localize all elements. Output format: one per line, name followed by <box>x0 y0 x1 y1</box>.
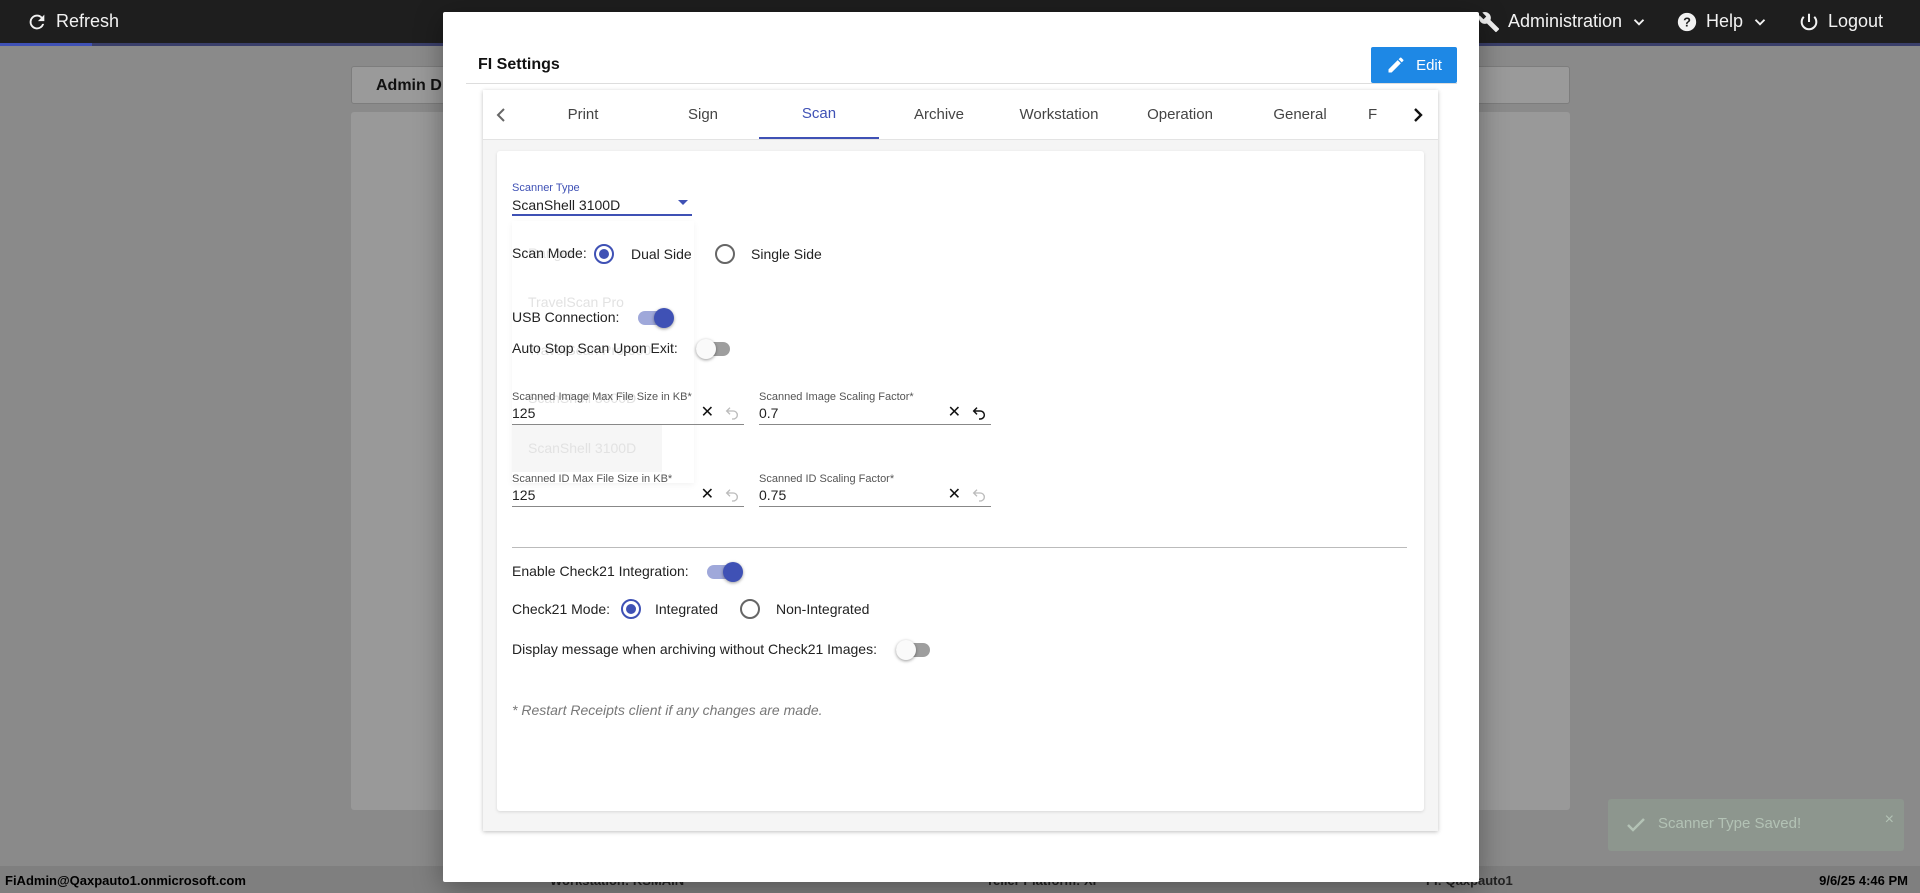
wrench-icon <box>1478 11 1500 32</box>
scan-mode-single-radio[interactable] <box>715 244 735 264</box>
clear-icon[interactable]: ✕ <box>948 405 961 421</box>
check21-integration-toggle[interactable] <box>707 562 743 582</box>
scan-mode-dual-label[interactable]: Dual Side <box>631 246 692 262</box>
chevron-down-icon <box>1754 18 1766 26</box>
image-max-size-field[interactable]: Scanned Image Max File Size in KB* 125 ✕ <box>512 391 744 425</box>
scan-mode-dual-radio[interactable] <box>594 244 614 264</box>
id-max-size-field[interactable]: Scanned ID Max File Size in KB* 125 ✕ <box>512 473 744 507</box>
clear-icon[interactable]: ✕ <box>948 487 961 503</box>
chevron-down-icon <box>1633 18 1645 26</box>
restart-note: * Restart Receipts client if any changes… <box>512 702 823 718</box>
usb-connection-label: USB Connection: <box>512 309 620 325</box>
id-scaling-value: 0.75 <box>759 487 787 503</box>
power-icon <box>1800 13 1818 30</box>
auto-stop-toggle[interactable] <box>696 339 732 359</box>
tab-bar: Print Sign Scan Archive Workstation Oper… <box>483 90 1438 140</box>
admin-card-title: Admin D <box>376 77 442 94</box>
status-user: FiAdmin@Qaxpauto1.onmicrosoft.com <box>5 873 246 888</box>
settings-panel: Print Sign Scan Archive Workstation Oper… <box>483 90 1438 831</box>
administration-menu[interactable]: Administration <box>1478 0 1648 43</box>
clear-icon[interactable]: ✕ <box>701 487 714 503</box>
toast-message: Scanner Type Saved! <box>1658 815 1802 832</box>
display-message-toggle[interactable] <box>896 640 932 660</box>
dropdown-option-selected[interactable]: ScanShell 3100D <box>512 424 662 472</box>
check21-mode-integrated-radio[interactable] <box>621 599 641 619</box>
clear-icon[interactable]: ✕ <box>701 405 714 421</box>
loading-progress <box>0 43 92 46</box>
logout-button[interactable]: Logout <box>1798 0 1883 43</box>
display-message-label: Display message when archiving without C… <box>512 641 877 657</box>
id-max-size-label: Scanned ID Max File Size in KB* <box>512 473 673 485</box>
image-scaling-value: 0.7 <box>759 405 779 421</box>
check21-mode-integrated-label[interactable]: Integrated <box>655 601 718 617</box>
edit-button[interactable]: Edit <box>1371 47 1457 83</box>
tab-scan[interactable]: Scan <box>759 90 879 139</box>
svg-text:?: ? <box>1683 14 1691 29</box>
tab-workstation[interactable]: Workstation <box>999 90 1119 139</box>
check21-integration-label: Enable Check21 Integration: <box>512 563 689 579</box>
edit-label: Edit <box>1416 56 1442 74</box>
image-scaling-field[interactable]: Scanned Image Scaling Factor* 0.7 ✕ <box>759 391 991 425</box>
check21-mode-nonintegrated-radio[interactable] <box>740 599 760 619</box>
help-icon: ? <box>1677 12 1697 31</box>
tab-sign[interactable]: Sign <box>643 90 763 139</box>
undo-icon[interactable] <box>971 405 987 421</box>
image-max-size-label: Scanned Image Max File Size in KB* <box>512 391 692 403</box>
dialog-title: FI Settings <box>478 56 560 73</box>
dropdown-option[interactable]: TravelScan Pro <box>528 294 624 310</box>
image-max-size-value: 125 <box>512 405 536 421</box>
scanner-type-select[interactable]: Scanner Type ScanShell 3100D <box>512 182 692 216</box>
tab-general[interactable]: General <box>1240 90 1360 139</box>
check-icon <box>1627 818 1645 832</box>
id-scaling-field[interactable]: Scanned ID Scaling Factor* 0.75 ✕ <box>759 473 991 507</box>
scan-mode-single-label[interactable]: Single Side <box>751 246 822 262</box>
tab-archive[interactable]: Archive <box>879 90 999 139</box>
tab-operation[interactable]: Operation <box>1120 90 1240 139</box>
chevron-left-icon[interactable] <box>489 103 513 127</box>
section-divider <box>512 547 1407 548</box>
undo-icon <box>972 489 985 502</box>
check21-mode-nonintegrated-label[interactable]: Non-Integrated <box>776 601 869 617</box>
logout-label: Logout <box>1828 11 1884 31</box>
image-scaling-label: Scanned Image Scaling Factor* <box>759 391 914 403</box>
status-datetime: 9/6/25 4:46 PM <box>1819 873 1908 888</box>
id-scaling-label: Scanned ID Scaling Factor* <box>759 473 895 485</box>
dialog-header: FI Settings Edit <box>466 34 1457 84</box>
administration-label: Administration <box>1508 11 1623 31</box>
scan-settings-content: Ranger TravelScan Pro TravelScan Pro 600… <box>497 151 1424 811</box>
pencil-icon <box>1388 57 1404 73</box>
usb-connection-toggle[interactable] <box>638 308 674 328</box>
tab-f[interactable]: F <box>1360 90 1400 139</box>
caret-down-icon <box>678 200 688 205</box>
chevron-right-icon[interactable] <box>1406 103 1430 127</box>
scanner-type-value: ScanShell 3100D <box>512 197 621 213</box>
scanner-type-label: Scanner Type <box>512 182 580 194</box>
id-max-size-value: 125 <box>512 487 536 503</box>
auto-stop-label: Auto Stop Scan Upon Exit: <box>512 340 678 356</box>
refresh-icon <box>29 14 45 29</box>
check21-mode-label: Check21 Mode: <box>512 601 611 617</box>
undo-icon <box>725 407 738 420</box>
scan-mode-label: Scan Mode: <box>512 245 587 261</box>
help-menu[interactable]: ? Help <box>1676 0 1769 43</box>
undo-icon <box>725 489 738 502</box>
toast-notification: Scanner Type Saved! × <box>1608 799 1904 851</box>
refresh-button[interactable]: Refresh <box>26 0 119 43</box>
fi-settings-dialog: FI Settings Edit Print Sign Scan Archive… <box>443 12 1479 882</box>
help-label: Help <box>1706 11 1744 31</box>
refresh-label: Refresh <box>56 11 120 31</box>
toast-close-icon[interactable]: × <box>1885 811 1894 829</box>
tab-print[interactable]: Print <box>523 90 643 139</box>
